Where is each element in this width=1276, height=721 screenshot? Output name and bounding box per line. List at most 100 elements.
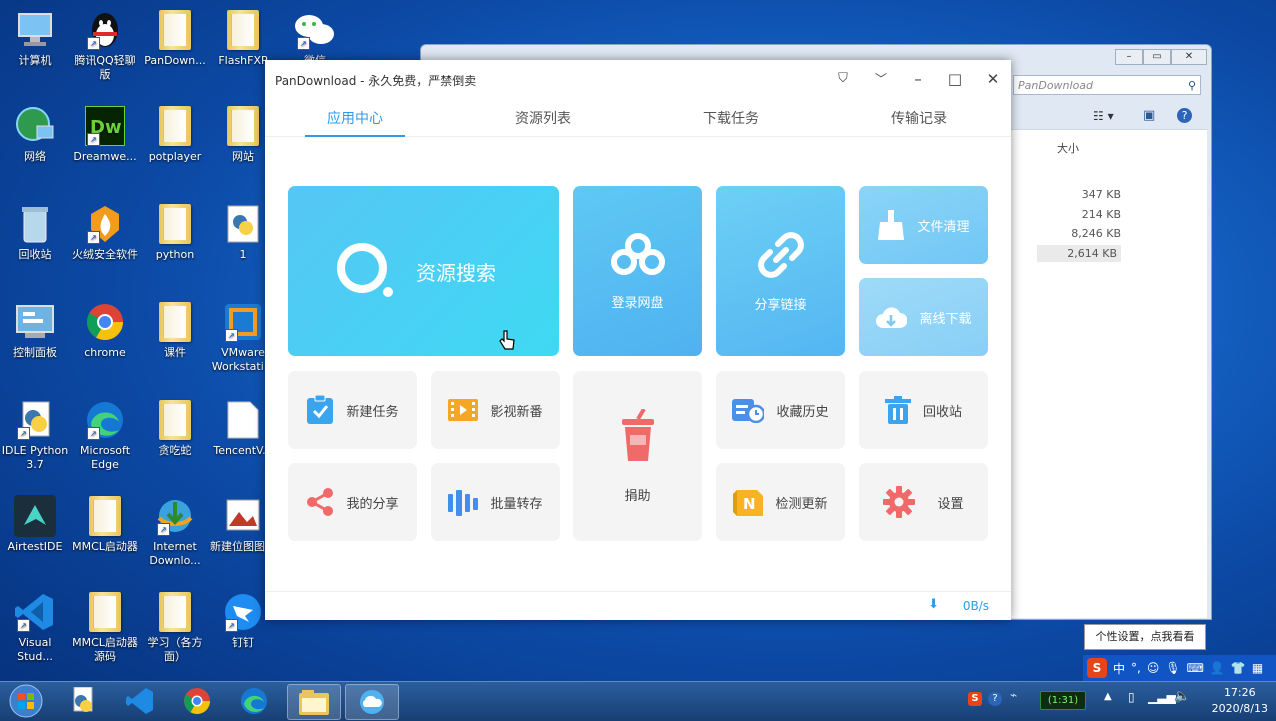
film-icon [448, 399, 479, 421]
desktop-icon-snake[interactable]: 贪吃蛇 [140, 398, 210, 458]
start-button[interactable] [0, 684, 52, 718]
ime-toolbar[interactable]: S 中 °, ☺ 🎙 ⌨ 👤 👕 ▦ [1083, 655, 1276, 681]
desktop-icon-recycle-bin[interactable]: 回收站 [0, 202, 70, 262]
network-signal-icon[interactable]: ▁▃▅ [1148, 690, 1176, 704]
dreamweaver-icon: Dw ↗ [83, 104, 127, 148]
help-tray-icon[interactable]: ? [988, 692, 1002, 706]
tab-resource-list[interactable]: 资源列表 [483, 108, 603, 128]
taskbar-vscode[interactable] [114, 684, 166, 718]
desktop-icon-qq[interactable]: ↗ 腾讯QQ轻聊版 [70, 8, 140, 82]
share-link-tile[interactable]: 分享链接 [716, 186, 845, 356]
cloud-download-icon [876, 307, 908, 328]
donate-tile[interactable]: 捐助 [573, 371, 702, 541]
batch-transfer-icon [448, 490, 479, 516]
ime-language[interactable]: 中 [1113, 660, 1125, 677]
chrome-icon [184, 688, 211, 715]
volume-icon[interactable]: 🔈 [1174, 689, 1190, 704]
desktop-icon-chrome[interactable]: chrome [70, 300, 140, 360]
chevron-down-icon[interactable]: ﹀ [871, 69, 891, 89]
title-bar[interactable]: PanDownload - 永久免费，严禁倒卖 ⛉ ﹀ – □ ✕ [265, 60, 1011, 98]
offline-download-tile[interactable]: 离线下载 [859, 278, 988, 356]
desktop-icon-label: 回收站 [18, 248, 52, 261]
show-hidden-icons-icon[interactable]: ▲ [1104, 691, 1112, 702]
file-cleanup-tile[interactable]: 文件清理 [859, 186, 988, 264]
search-placeholder: PanDownload [1018, 79, 1094, 92]
minimize-button[interactable]: – [1115, 49, 1143, 65]
new-task-tile[interactable]: 新建任务 [288, 371, 417, 449]
folder-icon [83, 590, 127, 634]
desktop-icon-wechat[interactable]: ↗ 微信 [280, 8, 350, 68]
desktop-icon-huorong[interactable]: ↗ 火绒安全软件 [70, 202, 140, 262]
favorite-history-tile[interactable]: 收藏历史 [716, 371, 845, 449]
recycle-bin-tile[interactable]: 回收站 [859, 371, 988, 449]
batch-transfer-tile[interactable]: 批量转存 [431, 463, 560, 541]
tab-download-tasks[interactable]: 下载任务 [671, 108, 791, 128]
desktop-icon-potplayer[interactable]: potplayer [140, 104, 210, 164]
desktop-icon-flashfxp[interactable]: FlashFXP [208, 8, 278, 68]
my-share-tile[interactable]: 我的分享 [288, 463, 417, 541]
login-cloud-tile[interactable]: 登录网盘 [573, 186, 702, 356]
desktop-icon-label: potplayer [148, 150, 202, 163]
desktop-icon-courseware[interactable]: 课件 [140, 300, 210, 360]
desktop-icon-label: 课件 [164, 346, 186, 359]
emoji-icon[interactable]: ☺ [1147, 661, 1160, 675]
taskbar-edge[interactable] [228, 684, 280, 718]
size-column-header[interactable]: 大小 [1057, 140, 1079, 156]
file-size-selected[interactable]: 2,614 KB [1037, 245, 1121, 262]
desktop-icon-mmcl-source[interactable]: MMCL启动器源码 [70, 590, 140, 664]
desktop-icon-python[interactable]: python [140, 202, 210, 262]
skin-shirt-icon[interactable]: 👕 [1231, 661, 1246, 675]
close-button[interactable]: ✕ [983, 69, 1003, 89]
video-label: 影视新番 [490, 404, 543, 420]
desktop-icon-edge[interactable]: ↗ Microsoft Edge [70, 398, 140, 472]
check-update-tile[interactable]: N 检测更新 [716, 463, 845, 541]
settings-tile[interactable]: 设置 [859, 463, 988, 541]
desktop-icon-control-panel[interactable]: 控制面板 [0, 300, 70, 360]
video-tile[interactable]: 影视新番 [431, 371, 560, 449]
bitmap-image-icon [221, 494, 265, 538]
close-button[interactable]: ✕ [1171, 49, 1207, 65]
view-options-icon[interactable]: ☷ ▾ [1093, 109, 1114, 123]
maximize-button[interactable]: □ [945, 69, 965, 89]
help-icon[interactable]: ? [1177, 108, 1192, 123]
maximize-button[interactable]: ▭ [1143, 49, 1171, 65]
microphone-icon[interactable]: 🎙 [1165, 661, 1180, 675]
taskbar-chrome[interactable] [171, 684, 223, 718]
desktop-icon-pandownload[interactable]: PanDown... [140, 8, 210, 68]
sogou-s-icon[interactable]: S [1087, 658, 1107, 678]
offline-download-label: 离线下载 [919, 311, 972, 327]
preview-pane-icon[interactable]: ▣ [1143, 108, 1155, 123]
tab-transfer-records[interactable]: 传输记录 [859, 108, 979, 128]
search-input[interactable]: PanDownload ⚲ [1013, 75, 1201, 95]
taskbar-explorer[interactable] [287, 684, 341, 720]
desktop-icon-label: Dreamwe... [73, 150, 137, 163]
pandownload-window[interactable]: PanDownload - 永久免费，严禁倒卖 ⛉ ﹀ – □ ✕ 应用中心 资… [265, 60, 1011, 620]
desktop-icon-computer[interactable]: 计算机 [0, 8, 70, 68]
tab-app-center[interactable]: 应用中心 [295, 108, 415, 137]
battery-tray-icon[interactable]: ▯ [1128, 690, 1135, 704]
sogou-tray-icon[interactable]: S [968, 692, 982, 706]
keyboard-icon[interactable]: ⌨ [1187, 661, 1204, 675]
usb-tray-icon[interactable]: ⌁ [1010, 688, 1017, 702]
grid-icon[interactable]: ▦ [1252, 661, 1263, 675]
toolbox-icon[interactable]: 👤 [1210, 661, 1225, 675]
minimize-button[interactable]: – [908, 69, 928, 89]
taskbar-python-idle[interactable] [57, 684, 109, 718]
desktop-icon-network[interactable]: 网络 [0, 104, 70, 164]
skin-icon[interactable]: ⛉ [833, 69, 853, 89]
punctuation-icon[interactable]: °, [1131, 661, 1141, 675]
desktop-icon-idle[interactable]: ↗ IDLE Python 3.7 [0, 398, 70, 472]
battery-status[interactable]: (1:31) [1040, 691, 1086, 710]
desktop-icon-study[interactable]: 学习（各方面） [140, 590, 210, 664]
desktop-icon-idm[interactable]: ↗ Internet Downlo... [140, 494, 210, 568]
desktop-icon-mmcl[interactable]: MMCL启动器 [70, 494, 140, 554]
resource-search-tile[interactable]: 资源搜索 [288, 186, 559, 356]
system-clock[interactable]: 17:26 2020/8/13 [1212, 685, 1268, 717]
desktop-icon-vscode[interactable]: ↗ Visual Stud... [0, 590, 70, 664]
desktop-icon-label: Internet Downlo... [149, 540, 201, 567]
taskbar-pandownload[interactable] [345, 684, 399, 720]
vscode-icon: ↗ [13, 590, 57, 634]
desktop-icon-airtest[interactable]: AirtestIDE [0, 494, 70, 554]
taskbar: S ? ⌁ (1:31) ▲ ▯ ▁▃▅ 🔈 17:26 2020/8/13 [0, 681, 1276, 721]
desktop-icon-dreamweaver[interactable]: Dw ↗ Dreamwe... [70, 104, 140, 164]
